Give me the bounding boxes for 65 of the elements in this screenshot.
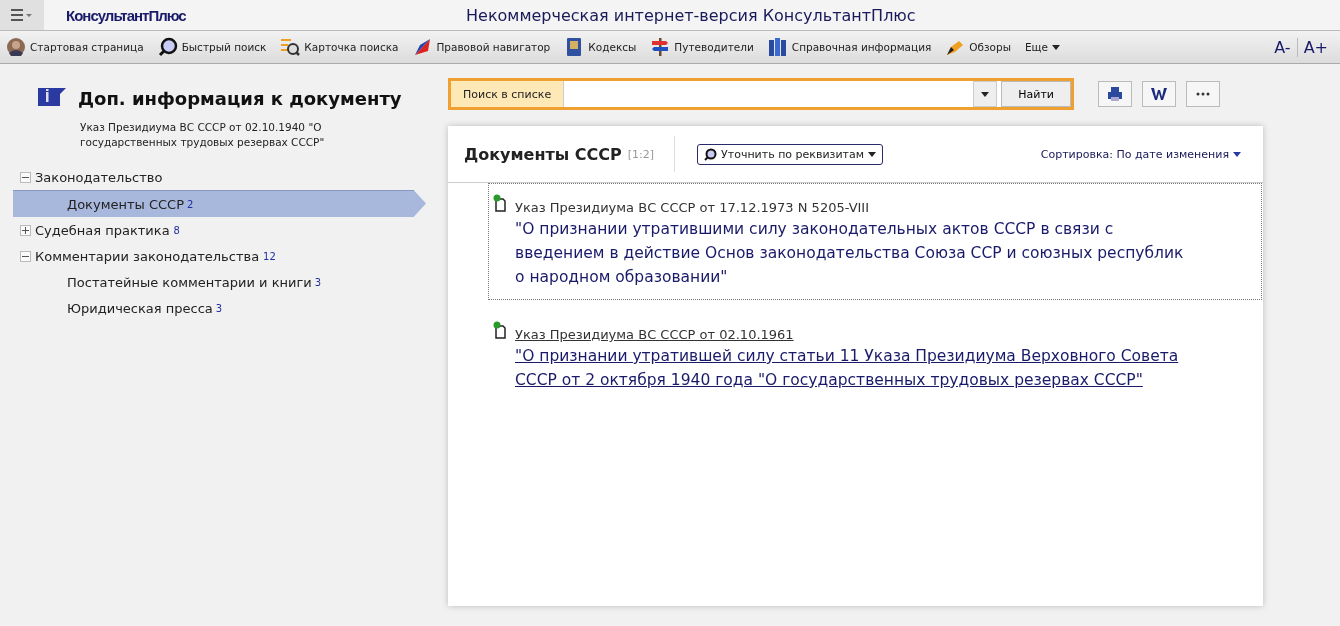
toolbar-item[interactable]: Путеводители (650, 37, 754, 57)
toolbar-item[interactable]: Карточка поиска (280, 37, 399, 57)
tree-item[interactable]: Судебная практика (35, 222, 170, 238)
tree-item[interactable]: Юридическая пресса 3 (13, 295, 426, 321)
plus-icon (22, 226, 29, 234)
toolbar-item[interactable]: Быстрый поиск (157, 37, 267, 57)
logo[interactable]: КонсультантПлюс (66, 6, 466, 24)
word-icon (1151, 87, 1167, 101)
font-size-button[interactable]: A+ (1296, 37, 1334, 57)
document-item[interactable]: Указ Президиума ВС СССР от 02.10.1961 "О признании утратившей силу статьи 11 Указа Президиума Верховного Совета СССР от 2 октября 1940 года "О государственных трудовых резервах СССР" (488, 310, 1262, 403)
search-icon (157, 37, 178, 57)
tree-item[interactable]: Постатейные комментарии и книги 3 (13, 269, 426, 295)
card-icon (280, 37, 301, 57)
books-icon (767, 37, 788, 57)
list-title: Документы СССР (464, 144, 622, 164)
toolbar-item[interactable]: Правовой навигатор (412, 37, 551, 57)
item-count: 2 (187, 198, 194, 210)
document-source: Указ Президиума ВС СССР от 02.10.1961 (515, 327, 795, 342)
toolbar-item[interactable]: Справочная информация (767, 37, 932, 57)
print-icon (1107, 86, 1123, 102)
caret-icon (868, 151, 877, 157)
item-count: 3 (215, 302, 223, 314)
item-label: Постатейные комментарии и книги (67, 274, 312, 290)
toolbar-item[interactable]: Еще (1025, 41, 1060, 53)
window-title: Некоммерческая интернет-версия КонсультантПлюс (466, 5, 916, 25)
item-count: 12 (263, 250, 276, 262)
document-source: Указ Президиума ВС СССР от 17.12.1973 N 5205-VIII (515, 200, 871, 215)
menu-icon (11, 9, 33, 21)
caret-icon (1051, 44, 1060, 50)
more-icon (1196, 92, 1210, 96)
collapse-toggle[interactable] (20, 250, 31, 262)
list-range: [1:2] (627, 147, 655, 161)
refine-button[interactable]: Уточнить по реквизитам (697, 143, 884, 165)
word-export-button[interactable] (1142, 81, 1176, 107)
font-size-button[interactable]: A- (1268, 37, 1297, 57)
document-link[interactable]: "О признании утратившей силу статьи 11 Указа Президиума Верховного Совета СССР от 2 октября 1940 года "О государственных трудовых резервах СССР" (515, 344, 1185, 392)
search-icon (704, 147, 718, 161)
signpost-icon (650, 37, 671, 57)
toolbar-item[interactable]: Кодексы (564, 37, 637, 57)
tree-item[interactable]: Законодательство (35, 169, 163, 185)
print-button[interactable] (1098, 81, 1132, 107)
document-item[interactable] (488, 183, 1262, 300)
tree-item[interactable]: Документы СССР 2 (13, 190, 426, 217)
menu-button[interactable] (0, 0, 44, 30)
caret-icon (1233, 151, 1241, 157)
toolbar-item[interactable]: Стартовая страница (6, 37, 144, 57)
document-icon (493, 321, 507, 339)
avatar-icon (6, 37, 26, 57)
item-label: Документы СССР (67, 196, 184, 212)
search-field[interactable]: Поиск в списке Найти (448, 78, 1074, 110)
item-count: 8 (173, 224, 180, 236)
document-subtitle: Указ Президиума ВС СССР от 02.10.1940 "О государственных трудовых резервах СССР" (80, 120, 326, 150)
find-button[interactable]: Найти (1001, 81, 1071, 107)
item-label: Юридическая пресса (67, 300, 213, 316)
sort-dropdown[interactable]: Сортировка: По дате изменения (1034, 146, 1247, 162)
item-count: 3 (314, 276, 322, 288)
collapse-toggle[interactable] (20, 171, 31, 183)
panel-title: Доп. информация к документу (78, 87, 402, 109)
toolbar-item[interactable]: Обзоры (945, 37, 1011, 57)
document-icon (493, 194, 507, 212)
expand-toggle[interactable] (20, 224, 31, 236)
dropdown-icon[interactable] (981, 91, 990, 97)
tree-item[interactable]: Комментарии законодательства (35, 248, 260, 264)
document-link[interactable]: "О признании утратившими силу законодательных актов СССР в связи с введением в действие Основ законодательства Союза ССР и союзных республик о народном образовании" (515, 217, 1185, 289)
flag-icon (412, 37, 433, 57)
